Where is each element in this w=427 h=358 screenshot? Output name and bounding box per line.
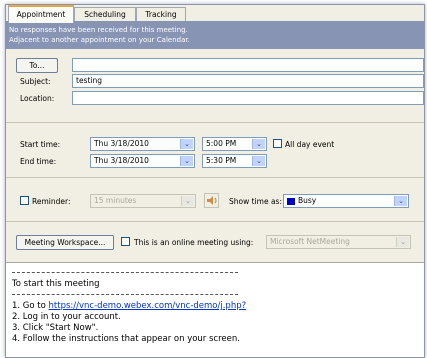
notes-divider <box>12 272 238 274</box>
online-meeting-checkbox[interactable] <box>121 237 130 246</box>
all-day-checkbox[interactable] <box>273 139 282 148</box>
separator <box>6 122 424 123</box>
separator <box>6 221 424 222</box>
start-date-value: Thu 3/18/2010 <box>94 139 149 148</box>
notes-body[interactable]: To start this meeting 1. Go to https://v… <box>6 262 424 357</box>
tab-strip: Appointment Scheduling Tracking <box>6 5 424 23</box>
online-meeting-value: Microsoft NetMeeting <box>270 237 350 246</box>
start-date-picker[interactable]: Thu 3/18/2010 ⌄ <box>90 137 195 151</box>
notes-divider <box>12 294 238 296</box>
chevron-down-icon[interactable]: ⌄ <box>180 139 193 149</box>
reminder-value: 15 minutes <box>94 196 137 205</box>
start-time-label: Start time: <box>20 140 61 149</box>
meeting-link[interactable]: https://vnc-demo.webex.com/vnc-demo/j.ph… <box>49 301 247 311</box>
info-banner: No responses have been received for this… <box>6 21 424 49</box>
online-meeting-dropdown[interactable]: Microsoft NetMeeting ⌄ <box>266 235 411 249</box>
chevron-down-icon[interactable]: ⌄ <box>252 156 265 166</box>
to-field[interactable] <box>72 58 424 72</box>
chevron-down-icon[interactable]: ⌄ <box>180 156 193 166</box>
banner-line-adjacent: Adjacent to another appointment on your … <box>9 36 190 44</box>
online-meeting-label: This is an online meeting using: <box>134 238 254 247</box>
end-time-value: 5:30 PM <box>206 156 237 165</box>
busy-color-swatch <box>287 197 295 205</box>
tab-scheduling[interactable]: Scheduling <box>74 7 136 21</box>
appointment-window: Appointment Scheduling Tracking No respo… <box>5 4 425 358</box>
show-time-as-value: Busy <box>298 196 317 205</box>
subject-field[interactable]: testing <box>72 74 424 88</box>
meeting-workspace-button[interactable]: Meeting Workspace... <box>16 235 114 250</box>
start-time-picker[interactable]: 5:00 PM ⌄ <box>202 137 267 151</box>
end-date-value: Thu 3/18/2010 <box>94 156 149 165</box>
reminder-dropdown[interactable]: 15 minutes ⌄ <box>90 194 196 208</box>
tab-tracking[interactable]: Tracking <box>136 7 186 21</box>
chevron-down-icon[interactable]: ⌄ <box>394 196 407 206</box>
notes-step-3: 3. Click "Start Now". <box>12 323 99 333</box>
notes-step-4: 4. Follow the instructions that appear o… <box>12 334 240 344</box>
notes-heading: To start this meeting <box>12 279 100 289</box>
location-field[interactable] <box>72 91 424 105</box>
location-label: Location: <box>20 94 55 103</box>
show-time-as-label: Show time as: <box>229 197 282 206</box>
reminder-label: Reminder: <box>32 197 71 206</box>
show-time-as-dropdown[interactable]: Busy ⌄ <box>283 194 409 208</box>
all-day-label: All day event <box>285 140 335 149</box>
banner-line-responses: No responses have been received for this… <box>9 26 188 34</box>
end-time-picker[interactable]: 5:30 PM ⌄ <box>202 154 267 168</box>
start-time-value: 5:00 PM <box>206 139 237 148</box>
sound-icon[interactable] <box>204 193 219 208</box>
separator <box>6 177 424 178</box>
notes-step-2: 2. Log in to your account. <box>12 312 121 322</box>
step-1-prefix: 1. Go to <box>12 301 49 311</box>
end-time-label: End time: <box>20 157 57 166</box>
notes-step-1: 1. Go to https://vnc-demo.webex.com/vnc-… <box>12 301 246 311</box>
chevron-down-icon[interactable]: ⌄ <box>396 237 409 247</box>
tab-appointment[interactable]: Appointment <box>8 5 74 23</box>
to-button[interactable]: To... <box>16 58 58 73</box>
reminder-checkbox[interactable] <box>20 196 29 205</box>
end-date-picker[interactable]: Thu 3/18/2010 ⌄ <box>90 154 195 168</box>
subject-label: Subject: <box>20 77 51 86</box>
chevron-down-icon[interactable]: ⌄ <box>181 196 194 206</box>
chevron-down-icon[interactable]: ⌄ <box>252 139 265 149</box>
